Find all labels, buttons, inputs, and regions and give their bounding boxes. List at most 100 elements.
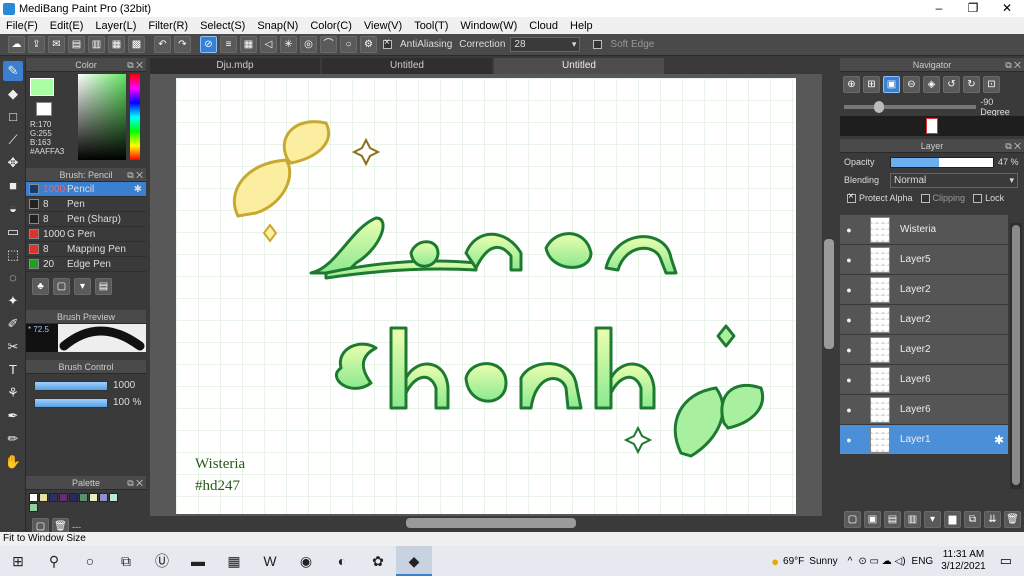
divide-tool-icon[interactable]: ⚘	[3, 383, 23, 403]
brush-tool-icon[interactable]: ✎	[3, 61, 23, 81]
select-tool-icon[interactable]: ⬚	[3, 245, 23, 265]
folder-icon[interactable]: ▆	[944, 511, 961, 528]
layer-row[interactable]: ● Layer5	[840, 245, 1008, 275]
radial-snap-icon[interactable]: ✳	[280, 36, 297, 53]
visibility-icon[interactable]: ●	[842, 255, 856, 265]
page-icon[interactable]: ▥	[88, 36, 105, 53]
brush-item[interactable]: 1000 Pencil ✱	[26, 182, 146, 197]
gear-icon[interactable]: ✱	[994, 433, 1004, 447]
duplicate-layer-icon[interactable]: ⧉	[964, 511, 981, 528]
color-picker-square[interactable]	[78, 74, 126, 160]
palette-close-icon[interactable]: ⧉ ✕	[127, 476, 143, 490]
hue-slider[interactable]	[130, 74, 140, 160]
cortana-icon[interactable]: ○	[72, 546, 108, 576]
navigator-close-icon[interactable]: ⧉ ✕	[1005, 58, 1021, 72]
file-explorer-icon[interactable]: ▬	[180, 546, 216, 576]
palette-swatch[interactable]	[39, 493, 48, 502]
antialiasing-checkbox[interactable]	[383, 37, 392, 49]
fit-window-icon[interactable]: ▣	[883, 76, 900, 93]
brush-item[interactable]: 1000 G Pen	[26, 227, 146, 242]
chrome-icon[interactable]: ◉	[288, 546, 324, 576]
document-icon[interactable]: ▤	[68, 36, 85, 53]
canvas-vertical-scrollbar[interactable]	[822, 74, 836, 516]
palette-swatch[interactable]	[99, 493, 108, 502]
brush-item[interactable]: 8 Mapping Pen	[26, 242, 146, 257]
weather-temp[interactable]: 69°F	[783, 556, 804, 567]
palette-swatch[interactable]	[29, 493, 38, 502]
palette-swatch[interactable]	[69, 493, 78, 502]
navigator-preview[interactable]	[840, 116, 1024, 136]
search-icon[interactable]: ⚲	[36, 546, 72, 576]
visibility-icon[interactable]: ●	[842, 345, 856, 355]
clipping-checkbox[interactable]	[920, 193, 930, 203]
protect-alpha-checkbox[interactable]	[847, 191, 856, 203]
layer-row[interactable]: ● Layer2	[840, 335, 1008, 365]
minimize-button[interactable]: –	[922, 0, 956, 17]
brush-item[interactable]: 20 Edge Pen	[26, 257, 146, 272]
delete-layer-icon[interactable]: 🗑	[1004, 511, 1021, 528]
new-layer-icon[interactable]: ▢	[844, 511, 861, 528]
select-pen-icon[interactable]: ✐	[3, 314, 23, 334]
layer-row[interactable]: ● Layer2	[840, 305, 1008, 335]
app-green-icon[interactable]: ✿	[360, 546, 396, 576]
move-tool-icon[interactable]: ✥	[3, 153, 23, 173]
eraser-tool-icon[interactable]: ◆	[3, 84, 23, 104]
menu-snap[interactable]: Snap(N)	[251, 20, 304, 32]
palette-swatch[interactable]	[89, 493, 98, 502]
parallel-snap-icon[interactable]: ≡	[220, 36, 237, 53]
visibility-icon[interactable]: ●	[842, 435, 856, 445]
clock[interactable]: 11:31 AM 3/12/2021	[941, 549, 986, 573]
menu-file[interactable]: File(F)	[0, 20, 44, 32]
text-tool-icon[interactable]: T	[3, 360, 23, 380]
zoom-out-icon[interactable]: ⊖	[903, 76, 920, 93]
palette-swatch[interactable]	[109, 493, 118, 502]
brush-menu-icon[interactable]: ▾	[74, 278, 91, 295]
store-icon[interactable]: ▦	[216, 546, 252, 576]
tab-untitled-2[interactable]: Untitled	[494, 58, 664, 74]
lasso-tool-icon[interactable]: ◌	[3, 268, 23, 288]
layer-row[interactable]: ● Layer6	[840, 365, 1008, 395]
share-icon[interactable]: ⇪	[28, 36, 45, 53]
brush-panel-close-icon[interactable]: ⧉ ✕	[127, 168, 143, 182]
layout-icon[interactable]: ▦	[108, 36, 125, 53]
menu-cloud[interactable]: Cloud	[523, 20, 564, 32]
task-view-icon[interactable]: ⧉	[108, 546, 144, 576]
layer-scrollbar[interactable]	[1010, 223, 1022, 489]
grid-icon[interactable]: ▩	[128, 36, 145, 53]
merge-layer-icon[interactable]: ⇊	[984, 511, 1001, 528]
pen-tool-icon[interactable]: ✏	[3, 429, 23, 449]
add-layer-menu-icon[interactable]: ▾	[924, 511, 941, 528]
visibility-icon[interactable]: ●	[842, 375, 856, 385]
tray-icons[interactable]: ⊙ ▭ ☁ ◁)	[858, 556, 905, 567]
menu-select[interactable]: Select(S)	[194, 20, 251, 32]
menu-color[interactable]: Color(C)	[304, 20, 358, 32]
brush-item[interactable]: 8 Pen	[26, 197, 146, 212]
lock-checkbox[interactable]	[973, 193, 983, 203]
fill-rect-tool-icon[interactable]: ■	[3, 176, 23, 196]
close-button[interactable]: ✕	[990, 0, 1024, 17]
brush-size-slider[interactable]: 1000	[34, 380, 146, 391]
foreground-swatch[interactable]	[30, 78, 54, 96]
brush-new-icon[interactable]: ▢	[53, 278, 70, 295]
layer-row[interactable]: ● Layer6	[840, 395, 1008, 425]
gradient-tool-icon[interactable]: ▭	[3, 222, 23, 242]
menu-help[interactable]: Help	[564, 20, 599, 32]
opacity-slider[interactable]	[890, 156, 994, 168]
medibang-taskbar-icon[interactable]: ◆	[396, 546, 432, 576]
gear-icon[interactable]: ✱	[134, 184, 142, 195]
visibility-icon[interactable]: ●	[842, 315, 856, 325]
reset-view-icon[interactable]: ⊡	[983, 76, 1000, 93]
eyedropper-tool-icon[interactable]: ✒	[3, 406, 23, 426]
new-8bit-layer-icon[interactable]: ▤	[884, 511, 901, 528]
rotate-left-icon[interactable]: ↺	[943, 76, 960, 93]
layer-row[interactable]: ● Layer1 ✱	[840, 425, 1008, 455]
canvas-horizontal-scrollbar[interactable]	[150, 516, 822, 530]
canvas-area[interactable]: Wisteria #hd247	[150, 74, 836, 516]
menu-tool[interactable]: Tool(T)	[408, 20, 454, 32]
snap-off-icon[interactable]: ⊘	[200, 36, 217, 53]
soft-edge-checkbox[interactable]	[593, 40, 603, 49]
word-icon[interactable]: W	[252, 546, 288, 576]
layer-row[interactable]: ● Wisteria	[840, 215, 1008, 245]
edge-icon[interactable]: ◐	[324, 546, 360, 576]
canvas-paper[interactable]: Wisteria #hd247	[176, 78, 796, 514]
